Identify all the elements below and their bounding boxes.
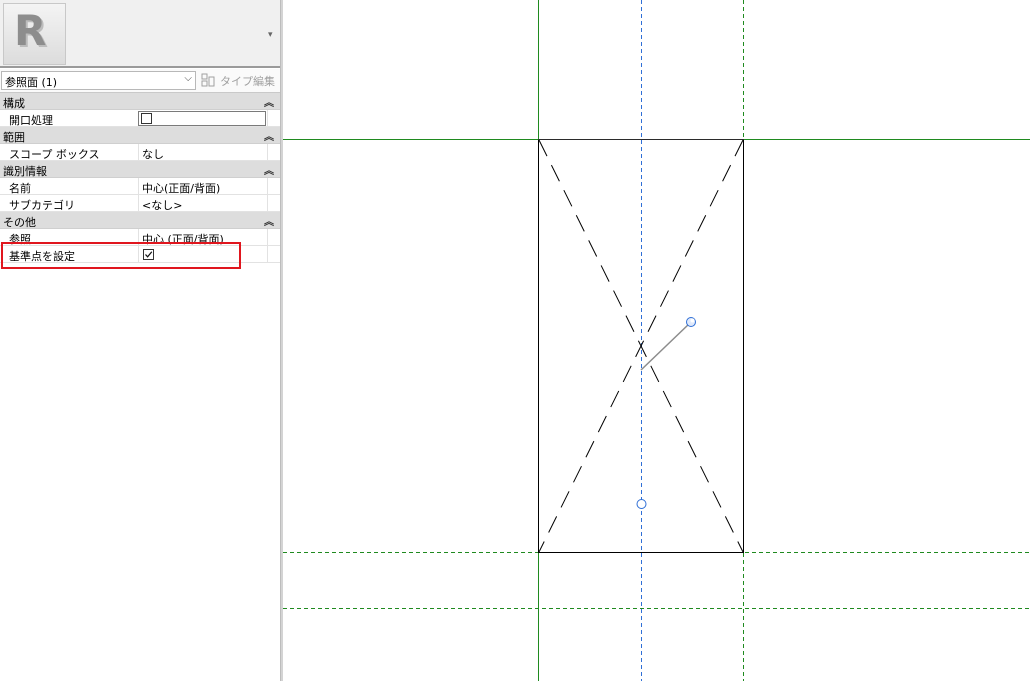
revit-logo: R: [3, 3, 66, 65]
check-icon: [145, 251, 153, 258]
property-row-opening-cut: 開口処理: [0, 110, 280, 127]
section-title: 範囲: [3, 131, 25, 144]
edit-type-icon: [201, 73, 215, 87]
property-value: [138, 246, 267, 263]
cell-tail: [267, 229, 280, 246]
type-selector-dropdown[interactable]: 参照面 (1) ⌵: [1, 71, 196, 90]
rotate-grip-icon[interactable]: [686, 317, 696, 327]
property-row-subcategory: サブカテゴリ <なし>: [0, 195, 280, 212]
collapse-icon[interactable]: ︽: [264, 94, 274, 109]
drawing-canvas[interactable]: [283, 0, 1030, 681]
properties-panel: R ▾ 参照面 (1) ⌵ タイプ編集 構成 ︽ 開口処理 範囲 ︽ スコープ …: [0, 0, 280, 681]
collapse-icon[interactable]: ︽: [264, 128, 274, 143]
cell-tail: [267, 178, 280, 195]
collapse-icon[interactable]: ︽: [264, 213, 274, 228]
property-label: 参照: [9, 233, 31, 246]
cell-tail: [267, 246, 280, 263]
opening-cut-field[interactable]: [138, 111, 266, 126]
property-value[interactable]: <なし>: [138, 195, 267, 212]
type-selector-row: 参照面 (1) ⌵ タイプ編集: [0, 69, 280, 93]
property-value[interactable]: 中心 (正面/背面): [138, 229, 267, 246]
checkbox-checked[interactable]: [143, 249, 154, 260]
collapse-icon[interactable]: ︽: [264, 162, 274, 177]
property-label: 基準点を設定: [9, 250, 75, 263]
checkbox-unchecked[interactable]: [141, 113, 152, 124]
logo-letter: R: [14, 6, 47, 55]
property-row-scope-box: スコープ ボックス なし: [0, 144, 280, 161]
property-row-defines-origin: 基準点を設定: [0, 246, 280, 263]
property-value[interactable]: なし: [138, 144, 267, 161]
property-row-name: 名前 中心(正面/背面): [0, 178, 280, 195]
section-construction[interactable]: 構成 ︽: [0, 93, 280, 110]
cell-tail: [267, 110, 280, 127]
type-selector-label: 参照面 (1): [5, 76, 58, 89]
chevron-down-icon: ⌵: [184, 73, 192, 84]
property-label: 開口処理: [9, 114, 53, 127]
section-extents[interactable]: 範囲 ︽: [0, 127, 280, 144]
section-title: 構成: [3, 97, 25, 110]
properties-header: R ▾: [0, 0, 280, 68]
section-title: 識別情報: [3, 165, 47, 178]
section-title: その他: [3, 216, 36, 229]
section-identity-data[interactable]: 識別情報 ︽: [0, 161, 280, 178]
edit-type-label: タイプ編集: [220, 75, 275, 88]
origin-grip-icon[interactable]: [636, 499, 647, 509]
cell-tail: [267, 144, 280, 161]
chevron-down-icon[interactable]: ▾: [268, 30, 273, 40]
property-label: 名前: [9, 182, 31, 195]
section-other[interactable]: その他 ︽: [0, 212, 280, 229]
property-label: スコープ ボックス: [9, 148, 100, 161]
property-value[interactable]: 中心(正面/背面): [138, 178, 267, 195]
cell-tail: [267, 195, 280, 212]
property-label: サブカテゴリ: [9, 199, 75, 212]
property-row-reference: 参照 中心 (正面/背面): [0, 229, 280, 246]
